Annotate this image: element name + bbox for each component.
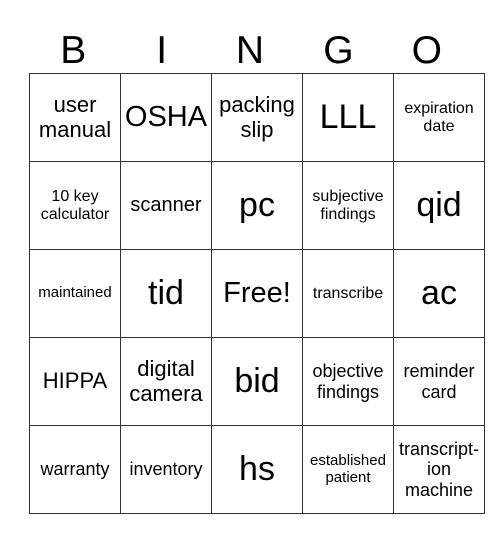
free-space-cell[interactable]: Free! xyxy=(211,249,303,338)
bingo-cell[interactable]: hs xyxy=(211,425,303,514)
bingo-cell[interactable]: reminder card xyxy=(393,337,485,426)
bingo-cell[interactable]: user manual xyxy=(29,73,121,162)
header-letter-o: O xyxy=(411,29,442,72)
grid-row: maintained tid Free! transcribe ac xyxy=(29,249,485,338)
bingo-cell[interactable]: 10 key calculator xyxy=(29,161,121,250)
bingo-cell[interactable]: objective findings xyxy=(302,337,394,426)
bingo-cell[interactable]: transcript-ion machine xyxy=(393,425,485,514)
bingo-header: B I N G O xyxy=(29,28,471,73)
bingo-cell[interactable]: warranty xyxy=(29,425,121,514)
grid-row: user manual OSHA packing slip LLL expira… xyxy=(29,73,485,162)
bingo-cell[interactable]: HIPPA xyxy=(29,337,121,426)
bingo-cell[interactable]: qid xyxy=(393,161,485,250)
grid-row: 10 key calculator scanner pc subjective … xyxy=(29,161,485,250)
grid-row: warranty inventory hs established patien… xyxy=(29,425,485,514)
bingo-cell[interactable]: established patient xyxy=(302,425,394,514)
grid-row: HIPPA digital camera bid objective findi… xyxy=(29,337,485,426)
bingo-cell[interactable]: scanner xyxy=(120,161,212,250)
header-letter-g: G xyxy=(323,29,354,72)
bingo-cell[interactable]: LLL xyxy=(302,73,394,162)
bingo-cell[interactable]: pc xyxy=(211,161,303,250)
bingo-cell[interactable]: tid xyxy=(120,249,212,338)
bingo-cell[interactable]: digital camera xyxy=(120,337,212,426)
bingo-cell[interactable]: transcribe xyxy=(302,249,394,338)
bingo-cell[interactable]: inventory xyxy=(120,425,212,514)
bingo-cell[interactable]: subjective findings xyxy=(302,161,394,250)
header-letter-n: N xyxy=(235,29,265,72)
header-letter-b: B xyxy=(60,29,87,72)
bingo-cell[interactable]: maintained xyxy=(29,249,121,338)
bingo-grid: user manual OSHA packing slip LLL expira… xyxy=(29,73,485,514)
bingo-cell[interactable]: expiration date xyxy=(393,73,485,162)
bingo-cell[interactable]: ac xyxy=(393,249,485,338)
header-letter-i: I xyxy=(156,29,168,72)
bingo-cell[interactable]: OSHA xyxy=(120,73,212,162)
bingo-cell[interactable]: packing slip xyxy=(211,73,303,162)
bingo-cell[interactable]: bid xyxy=(211,337,303,426)
